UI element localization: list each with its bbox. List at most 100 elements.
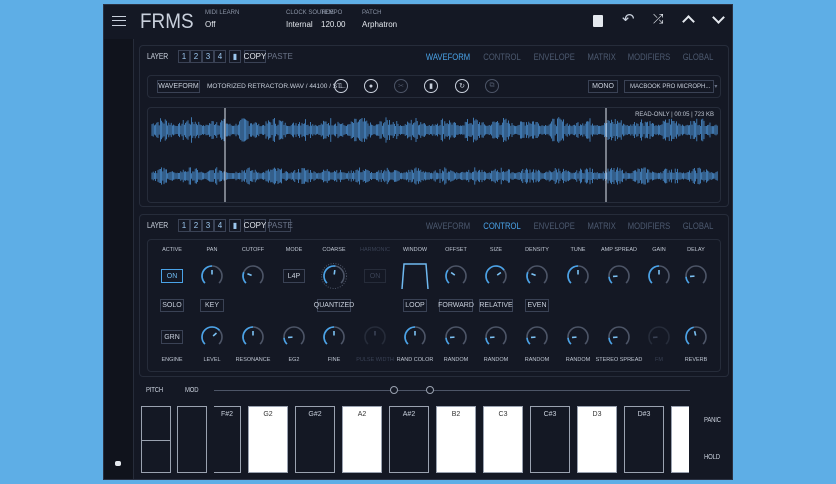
shuffle-icon[interactable]: ⤮ (653, 11, 663, 27)
knob-delay[interactable] (682, 262, 710, 290)
save-icon[interactable] (593, 15, 603, 27)
export-icon[interactable]: ⧉ (485, 79, 499, 93)
toggle-mode[interactable]: L4P (283, 269, 305, 283)
layer-4-button[interactable]: 4 (214, 219, 226, 232)
pitch-wheel[interactable] (141, 406, 171, 473)
layer-1-button[interactable]: 1 (178, 50, 190, 63)
knob-level[interactable] (198, 323, 226, 351)
input-device-select[interactable]: MACBOOK PRO MICROPH... ▾ (624, 80, 717, 93)
trash-icon[interactable]: ▮ (424, 79, 438, 93)
piano-key[interactable]: C#3 (530, 406, 570, 473)
layer-4-button[interactable]: 4 (214, 50, 226, 63)
piano-key[interactable]: A2 (342, 406, 382, 473)
tab-global[interactable]: GLOBAL (683, 52, 714, 62)
knob-offset[interactable] (442, 262, 470, 290)
lock-icon[interactable]: ▮ (229, 50, 241, 63)
key-button[interactable]: KEY (200, 299, 224, 312)
menu-icon[interactable] (112, 16, 126, 26)
tab-envelope[interactable]: ENVELOPE (534, 221, 575, 231)
piano-key[interactable]: G2 (248, 406, 288, 473)
knob-cutoff[interactable] (239, 262, 267, 290)
patch-field[interactable]: PATCH Arphatron (362, 10, 397, 29)
paste-button[interactable]: PASTE (267, 219, 293, 232)
knob-size[interactable] (482, 262, 510, 290)
knob-density[interactable] (523, 262, 551, 290)
tab-matrix[interactable]: MATRIX (587, 52, 615, 62)
import-icon[interactable]: ⊥ (334, 79, 348, 93)
solo-button[interactable]: SOLO (160, 299, 184, 312)
waveform-display[interactable]: READ-ONLY | 00:05 | 723 KB (147, 107, 721, 203)
midi-learn-field[interactable]: MIDI LEARN Off (205, 10, 239, 29)
tab-modifiers[interactable]: MODIFIERS (628, 221, 671, 231)
piano-key[interactable]: C3 (483, 406, 523, 473)
knob-random[interactable] (482, 323, 510, 351)
layer-2-button[interactable]: 2 (190, 50, 202, 63)
knob-pan[interactable] (198, 262, 226, 290)
forward-button[interactable]: FORWARD (438, 299, 474, 312)
window-shape-graph[interactable] (400, 261, 430, 291)
layer-2-button[interactable]: 2 (190, 219, 202, 232)
mono-button[interactable]: MONO (588, 80, 618, 93)
toggle-active[interactable]: ON (161, 269, 183, 283)
piano-key[interactable]: B2 (436, 406, 476, 473)
paste-button[interactable]: PASTE (267, 50, 293, 63)
tab-waveform[interactable]: WAVEFORM (426, 221, 470, 231)
piano-key[interactable]: D#3 (624, 406, 664, 473)
cut-icon[interactable]: ✂ (394, 79, 408, 93)
hold-button[interactable]: HOLD (704, 454, 720, 461)
knob-random[interactable] (564, 323, 592, 351)
loop-icon[interactable]: ↻ (455, 79, 469, 93)
knob-resonance[interactable] (239, 323, 267, 351)
piano-key[interactable]: D3 (577, 406, 617, 473)
knob-rand-color[interactable] (401, 323, 429, 351)
layer-3-button[interactable]: 3 (202, 50, 214, 63)
knob-coarse[interactable] (320, 262, 348, 290)
tab-control[interactable]: CONTROL (483, 52, 520, 62)
even-button[interactable]: EVEN (525, 299, 549, 312)
copy-button[interactable]: COPY (244, 50, 266, 63)
tab-modifiers[interactable]: MODIFIERS (628, 52, 671, 62)
tab-matrix[interactable]: MATRIX (587, 221, 615, 231)
chevron-up-icon[interactable] (682, 15, 695, 28)
tempo-field[interactable]: TEMPO 120.00 (321, 10, 345, 29)
chevron-down-icon[interactable] (712, 11, 725, 24)
loop-button[interactable]: LOOP (403, 299, 427, 312)
tab-control[interactable]: CONTROL (483, 221, 520, 231)
knob-random[interactable] (523, 323, 551, 351)
piano-key[interactable]: F#2 (214, 406, 241, 473)
scroll-handle-right[interactable] (426, 386, 434, 394)
knob-reverb[interactable] (682, 323, 710, 351)
mod-wheel[interactable] (177, 406, 207, 473)
knob-fm[interactable] (645, 323, 673, 351)
label: PATCH (362, 10, 382, 16)
knob-tune[interactable] (564, 262, 592, 290)
layer-panel-waveform: LAYER 1234 ▮ COPY PASTE WAVEFORM CONTROL E… (139, 45, 729, 207)
knob-random[interactable] (442, 323, 470, 351)
layer-3-button[interactable]: 3 (202, 219, 214, 232)
piano-key[interactable] (671, 406, 689, 473)
piano-key[interactable]: G#2 (295, 406, 335, 473)
keyboard-scrollbar[interactable] (214, 390, 690, 391)
tab-envelope[interactable]: ENVELOPE (534, 52, 575, 62)
piano-key[interactable]: A#2 (389, 406, 429, 473)
quantized-button[interactable]: QUANTIZED (314, 299, 354, 312)
copy-button[interactable]: COPY (244, 219, 266, 232)
layer-1-button[interactable]: 1 (178, 219, 190, 232)
knob-fine[interactable] (320, 323, 348, 351)
tab-global[interactable]: GLOBAL (683, 221, 714, 231)
tab-waveform[interactable]: WAVEFORM (426, 52, 470, 62)
panic-button[interactable]: PANIC (704, 417, 721, 424)
knob-eg2[interactable] (280, 323, 308, 351)
toggle-harmonic[interactable]: ON (364, 269, 386, 283)
relative-button[interactable]: RELATIVE (479, 299, 513, 312)
knob-amp-spread[interactable] (605, 262, 633, 290)
engine-button[interactable]: GRN (161, 330, 183, 344)
lock-icon[interactable]: ▮ (229, 219, 241, 232)
record-icon[interactable]: ● (364, 79, 378, 93)
knob-stereo-spread[interactable] (605, 323, 633, 351)
knob-gain[interactable] (645, 262, 673, 290)
knob-pulse-width[interactable] (361, 323, 389, 351)
waveform-button[interactable]: WAVEFORM (157, 80, 200, 93)
scroll-handle-left[interactable] (390, 386, 398, 394)
undo-icon[interactable]: ↶ (622, 10, 635, 28)
